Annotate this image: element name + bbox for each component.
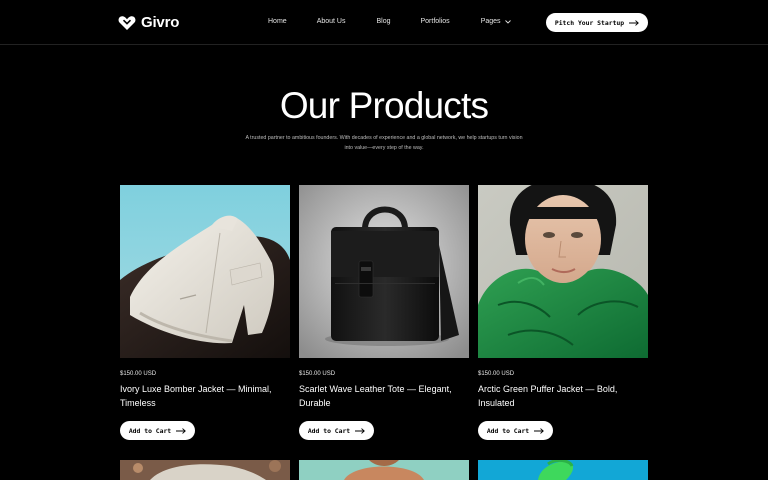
nav-link-pages[interactable]: Pages	[481, 18, 511, 25]
product-name[interactable]: Ivory Luxe Bomber Jacket — Minimal, Time…	[120, 382, 280, 410]
product-image-partial[interactable]	[120, 460, 290, 480]
pitch-startup-label: Pitch Your Startup	[554, 18, 625, 27]
product-price: $150.00 USD	[299, 371, 336, 377]
nav-link-blog[interactable]: Blog	[376, 18, 390, 25]
product-image-leather-tote[interactable]	[299, 185, 469, 358]
product-card: $150.00 USD Arctic Green Puffer Jacket —…	[478, 185, 648, 440]
add-to-cart-label: Add to Cart	[128, 426, 172, 435]
top-navbar: Givro Home About Us Blog Portfolios Page…	[0, 0, 768, 45]
chevron-down-icon	[504, 19, 511, 24]
product-name[interactable]: Arctic Green Puffer Jacket — Bold, Insul…	[478, 382, 638, 410]
add-to-cart-label: Add to Cart	[307, 426, 351, 435]
product-card: $150.00 USD Ivory Luxe Bomber Jacket — M…	[120, 185, 290, 440]
nav-link-about[interactable]: About Us	[317, 18, 346, 25]
heart-logo-icon	[118, 15, 136, 30]
main-menu: Home About Us Blog Portfolios Pages	[268, 18, 511, 25]
add-to-cart-button[interactable]: Add to Cart	[120, 421, 195, 440]
product-image-partial[interactable]	[478, 460, 648, 480]
nav-link-pages-label: Pages	[480, 18, 501, 25]
brand-logo[interactable]: Givro	[118, 14, 179, 31]
product-image-bomber-jacket[interactable]	[120, 185, 290, 358]
product-card: $150.00 USD Scarlet Wave Leather Tote — …	[299, 185, 469, 440]
product-name[interactable]: Scarlet Wave Leather Tote — Elegant, Dur…	[299, 382, 459, 410]
product-image-puffer-jacket[interactable]	[478, 185, 648, 358]
add-to-cart-label: Add to Cart	[486, 426, 530, 435]
page-subtitle: A trusted partner to ambitious founders.…	[245, 135, 523, 151]
pitch-startup-button[interactable]: Pitch Your Startup	[546, 13, 648, 32]
arrow-right-icon	[629, 19, 640, 26]
page-title: Our Products	[279, 85, 489, 126]
arrow-right-icon	[355, 427, 366, 434]
brand-name: Givro	[141, 14, 180, 31]
product-image-partial[interactable]	[299, 460, 469, 480]
arrow-right-icon	[176, 427, 187, 434]
nav-link-home[interactable]: Home	[268, 18, 287, 25]
arrow-right-icon	[534, 427, 545, 434]
nav-link-portfolios[interactable]: Portfolios	[421, 18, 450, 25]
add-to-cart-button[interactable]: Add to Cart	[299, 421, 374, 440]
product-price: $150.00 USD	[120, 371, 157, 377]
product-price: $150.00 USD	[478, 371, 515, 377]
add-to-cart-button[interactable]: Add to Cart	[478, 421, 553, 440]
